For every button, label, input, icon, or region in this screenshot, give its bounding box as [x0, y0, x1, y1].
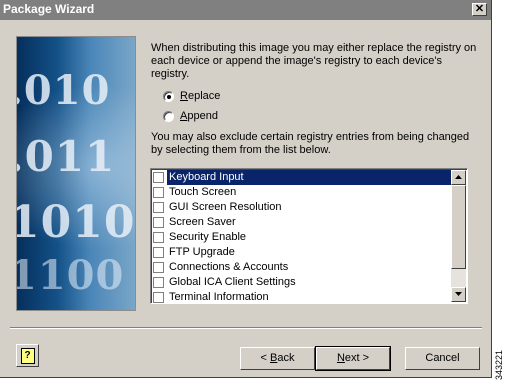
radio-replace-label[interactable]: Replace [180, 90, 220, 102]
registry-list-items: Keyboard Input Touch Screen GUI Screen R… [153, 170, 451, 305]
checkbox[interactable] [153, 262, 164, 273]
list-item-keyboard-input[interactable]: Keyboard Input [153, 170, 451, 185]
banner-digits-row: 1010 [16, 197, 136, 248]
help-icon: ? [20, 348, 35, 364]
list-item-label[interactable]: Screen Saver [167, 215, 238, 230]
list-item-label[interactable]: Keyboard Input [167, 170, 451, 185]
radio-circle[interactable] [163, 111, 174, 122]
checkbox[interactable] [153, 292, 164, 303]
list-item-screen-saver[interactable]: Screen Saver [153, 215, 451, 230]
list-item-label[interactable]: GUI Screen Resolution [167, 200, 284, 215]
banner-digits-row: 1100 [16, 252, 125, 299]
window-title: Package Wizard [3, 2, 95, 16]
footer-separator [10, 327, 482, 329]
back-button[interactable]: < Back [240, 347, 315, 370]
list-item-touch-screen[interactable]: Touch Screen [153, 185, 451, 200]
list-item-label[interactable]: Security Enable [167, 230, 248, 245]
list-item-terminal-information[interactable]: Terminal Information [153, 290, 451, 305]
checkbox[interactable] [153, 217, 164, 228]
intro-text: When distributing this image you may eit… [151, 42, 477, 80]
cancel-button[interactable]: Cancel [405, 347, 480, 370]
list-item-security-enable[interactable]: Security Enable [153, 230, 451, 245]
list-item-ftp-upgrade[interactable]: FTP Upgrade [153, 245, 451, 260]
checkbox[interactable] [153, 247, 164, 258]
list-item-connections-accounts[interactable]: Connections & Accounts [153, 260, 451, 275]
list-item-label[interactable]: FTP Upgrade [167, 245, 237, 260]
list-item-label[interactable]: Connections & Accounts [167, 260, 290, 275]
banner-digits-row: .010 [16, 67, 111, 114]
radio-selected-dot [167, 95, 171, 99]
scroll-down-button[interactable] [451, 287, 466, 302]
list-item-global-ica-client-settings[interactable]: Global ICA Client Settings [153, 275, 451, 290]
scroll-up-arrow-icon [455, 175, 462, 179]
list-item-label[interactable]: Global ICA Client Settings [167, 275, 298, 290]
title-bar[interactable]: Package Wizard ✕ [0, 0, 491, 20]
figure-id: 343221 [494, 349, 504, 380]
list-item-label[interactable]: Terminal Information [167, 290, 271, 305]
banner-digits-row: .011 [16, 132, 116, 181]
scroll-thumb[interactable] [451, 185, 466, 269]
scroll-down-arrow-icon [455, 292, 462, 296]
checkbox[interactable] [153, 187, 164, 198]
scroll-up-button[interactable] [451, 170, 466, 185]
radio-append-label[interactable]: Append [180, 110, 218, 122]
help-button[interactable]: ? [16, 344, 39, 367]
close-icon: ✕ [474, 3, 485, 15]
exclude-text: You may also exclude certain registry en… [151, 131, 470, 156]
checkbox[interactable] [153, 277, 164, 288]
checkbox[interactable] [153, 202, 164, 213]
list-item-gui-screen-resolution[interactable]: GUI Screen Resolution [153, 200, 451, 215]
checkbox[interactable] [153, 232, 164, 243]
close-button[interactable]: ✕ [472, 3, 487, 16]
wizard-banner-image: .010 .011 1010 1100 [16, 36, 136, 311]
radio-circle[interactable] [163, 91, 174, 102]
list-item-label[interactable]: Touch Screen [167, 185, 238, 200]
registry-entries-list[interactable]: Keyboard Input Touch Screen GUI Screen R… [150, 168, 468, 304]
checkbox[interactable] [153, 172, 164, 183]
list-scrollbar[interactable] [451, 170, 466, 302]
next-button[interactable]: Next > [315, 346, 391, 371]
package-wizard-window: Package Wizard ✕ .010 .011 1010 1100 Whe… [0, 0, 492, 378]
